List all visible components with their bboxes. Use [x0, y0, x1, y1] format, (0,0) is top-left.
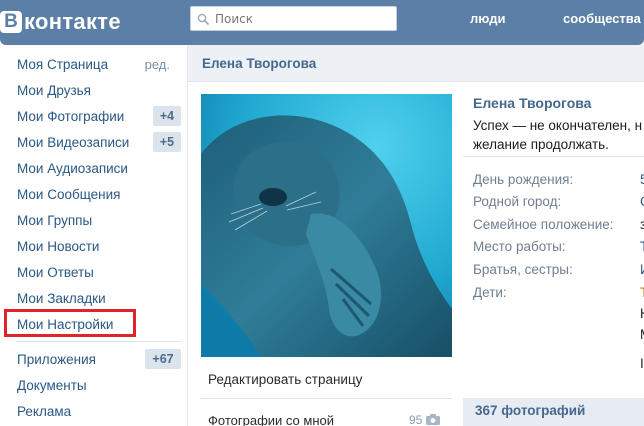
sidebar-item-documents[interactable]: Документы — [17, 373, 181, 397]
info-value-children[interactable]: Т — [640, 285, 644, 300]
sidebar-item-label: Мои Аудиозаписи — [17, 160, 128, 176]
photos-with-me-link[interactable]: Фотографии со мной — [208, 413, 334, 426]
sidebar-separator — [187, 45, 188, 426]
sidebar-item-news[interactable]: Мои Новости — [17, 234, 181, 258]
info-label-relationship: Семейное положение: — [473, 217, 614, 232]
content-header-bar: Елена Творогова — [188, 45, 644, 82]
photos-section-bar[interactable]: 367 фотографий — [463, 398, 644, 426]
info-value-work[interactable]: Т — [640, 239, 644, 254]
info-label-hometown: Родной город: — [473, 194, 562, 209]
edit-page-link[interactable]: Редактировать страницу — [208, 372, 362, 387]
sidebar-item-ads[interactable]: Реклама — [17, 399, 181, 423]
sidebar-item-label: Приложения — [17, 351, 96, 367]
sidebar-item-label: Моя Страница — [17, 56, 109, 72]
sidebar-item-label: Мои Друзья — [17, 82, 91, 98]
info-label-work: Место работы: — [473, 239, 566, 254]
sidebar-item-label: Мои Фотографии — [17, 108, 125, 124]
sidebar-item-groups[interactable]: Мои Группы — [17, 208, 181, 232]
sidebar-item-friends[interactable]: Мои Друзья — [17, 78, 181, 102]
sidebar-item-videos[interactable]: Мои Видеозаписи +5 — [17, 130, 181, 154]
photos-with-me-count: 95 — [409, 413, 423, 426]
search-box[interactable] — [190, 6, 397, 31]
status-line: Успех — не окончателен, н — [473, 118, 643, 133]
sidebar-item-label: Мои Видеозаписи — [17, 134, 130, 150]
profile-status[interactable]: Успех — не окончателен, н желание продол… — [473, 116, 644, 154]
info-value-siblings[interactable]: И — [640, 262, 644, 277]
left-sidebar: Моя Страница ред. Мои Друзья Мои Фотогра… — [0, 45, 188, 426]
avatar-divider — [201, 398, 452, 399]
info-value-relationship: з — [640, 217, 644, 232]
sidebar-item-bookmarks[interactable]: Мои Закладки — [17, 286, 181, 310]
search-icon — [197, 13, 209, 25]
info-value-children-3: М — [640, 327, 644, 342]
top-header: В контакте люди сообщества — [0, 0, 644, 45]
info-value-birthday[interactable]: 5 — [640, 172, 644, 187]
camera-icon — [426, 414, 440, 425]
info-divider — [463, 156, 644, 157]
info-label-children: Дети: — [473, 285, 507, 300]
info-value-hometown[interactable]: С — [640, 194, 644, 209]
sidebar-item-answers[interactable]: Мои Ответы — [17, 260, 181, 284]
apps-badge[interactable]: +67 — [145, 349, 181, 369]
photos-section-title: 367 фотографий — [475, 403, 586, 418]
sidebar-item-photos[interactable]: Мои Фотографии +4 — [17, 104, 181, 128]
sidebar-item-audio[interactable]: Мои Аудиозаписи — [17, 156, 181, 180]
status-line: желание продолжать. — [473, 137, 609, 152]
profile-name: Елена Творогова — [473, 95, 592, 111]
sidebar-item-label: Мои Сообщения — [17, 186, 121, 202]
info-label-birthday: День рождения: — [473, 172, 574, 187]
sidebar-item-messages[interactable]: Мои Сообщения — [17, 182, 181, 206]
sidebar-item-apps[interactable]: Приложения +67 — [17, 347, 181, 371]
sidebar-item-my-page[interactable]: Моя Страница ред. — [17, 52, 181, 76]
info-label-siblings: Братья, сестры: — [473, 262, 573, 277]
logo-text: контакте — [24, 9, 121, 34]
vk-logo[interactable]: В контакте — [0, 7, 121, 37]
sidebar-item-label: Мои Закладки — [17, 290, 106, 306]
info-value-children-2: Н — [640, 306, 644, 321]
sidebar-divider — [17, 341, 181, 342]
sidebar-item-label: Мои Группы — [17, 212, 93, 228]
settings-highlight-box — [4, 309, 136, 337]
nav-people[interactable]: люди — [470, 11, 505, 26]
info-value-children-4: I — [640, 356, 644, 371]
sidebar-item-label: Мои Новости — [17, 238, 100, 254]
sidebar-item-label: Реклама — [17, 403, 72, 419]
videos-badge[interactable]: +5 — [153, 132, 181, 152]
search-input[interactable] — [215, 11, 385, 26]
photos-badge[interactable]: +4 — [153, 106, 181, 126]
logo-letter: В — [0, 11, 22, 33]
nav-communities[interactable]: сообщества — [563, 11, 641, 26]
edit-link[interactable]: ред. — [145, 57, 170, 72]
sidebar-item-label: Документы — [17, 377, 87, 393]
profile-avatar[interactable] — [201, 94, 452, 357]
sidebar-item-label: Мои Ответы — [17, 264, 94, 280]
page-title[interactable]: Елена Творогова — [202, 56, 316, 71]
